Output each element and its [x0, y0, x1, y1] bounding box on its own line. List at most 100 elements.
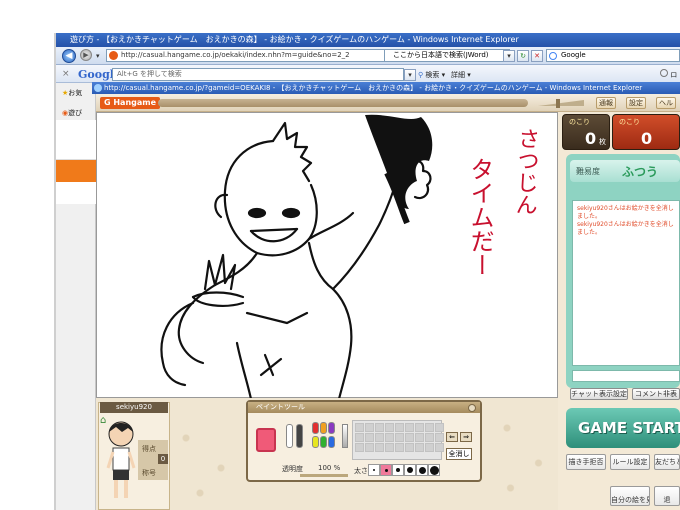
pen-red[interactable]	[312, 422, 319, 434]
favorites-label: お気	[68, 89, 83, 97]
hangame-logo: G Hangame	[100, 97, 161, 109]
custom-palette[interactable]	[352, 420, 444, 460]
back-icon[interactable]: ◀	[62, 49, 76, 63]
pen-purple[interactable]	[328, 422, 335, 434]
comment-hide-label: コメント非表	[635, 390, 677, 398]
pen-yellow[interactable]	[312, 436, 319, 448]
google-icon	[549, 52, 557, 60]
player-stats: 得点 0 称号	[138, 440, 168, 480]
view-my-drawing-label: 自分の絵を見る	[611, 496, 649, 504]
stat-label-score: 得点	[142, 445, 156, 453]
chat-message: sekiyu920さんはお絵かきを全消しました。	[577, 205, 674, 220]
pen-white[interactable]	[286, 424, 293, 448]
desktop-margin	[0, 0, 56, 510]
settings-button[interactable]: 設定	[626, 97, 646, 109]
size-button-4[interactable]	[404, 464, 416, 476]
forward-icon[interactable]: ▶	[80, 49, 92, 61]
game-start-button[interactable]: GAME START	[566, 408, 680, 448]
screen: 遊び方 - 【おえかきチャットゲーム おえかきの森】 - お絵かき・クイズゲーム…	[0, 0, 680, 510]
magnifier-icon: ⚲	[418, 71, 424, 79]
volume-icon	[538, 99, 584, 108]
redo-arrow-icon[interactable]: ⇒	[460, 432, 472, 442]
opacity-label: 透明度	[282, 465, 303, 473]
toolbar-search-button[interactable]: ⚲ 検索 ▾	[418, 69, 445, 81]
pen-gray[interactable]	[296, 424, 303, 448]
size-button-5[interactable]	[416, 464, 428, 476]
paint-tool-close-icon[interactable]	[468, 404, 476, 412]
pen-orange[interactable]	[320, 422, 327, 434]
google-search-input[interactable]: Google	[546, 49, 680, 62]
opacity-value: 100 %	[318, 464, 341, 472]
toolbar-details-button[interactable]: 詳細 ▾	[451, 69, 471, 81]
difficulty-value: ふつう	[622, 165, 659, 179]
sidebar-orange-banner	[56, 160, 96, 182]
opacity-slider[interactable]	[300, 474, 348, 477]
toolbar-search-input[interactable]: Alt+G を押して検索	[112, 68, 404, 81]
history-dropdown-icon[interactable]: ▾	[96, 52, 104, 60]
rule-settings-label: ルール設定	[612, 458, 648, 466]
game-start-label: GAME START	[578, 419, 680, 437]
decorative-pattern	[172, 408, 242, 508]
size-button-1[interactable]	[368, 464, 380, 476]
stop-icon[interactable]: ✕	[531, 50, 543, 62]
pen-green[interactable]	[320, 436, 327, 448]
chat-message: sekiyu920さんはお絵かきを全消しました。	[577, 221, 674, 236]
settings-label: 設定	[629, 99, 643, 107]
clear-all-label: 全消し	[448, 450, 470, 458]
comment-hide-button[interactable]: コメント非表	[632, 388, 680, 400]
chat-display-settings-button[interactable]: チャット表示設定	[570, 388, 628, 400]
counter-left-label: のこり	[569, 118, 590, 126]
hangame-logo-text: Hangame	[113, 98, 157, 107]
chat-display-label: チャット表示設定	[571, 390, 627, 398]
view-my-drawing-button[interactable]: 自分の絵を見る	[610, 486, 650, 506]
refuse-drawer-button[interactable]: 描き手拒否	[566, 454, 606, 470]
size-label: 太さ	[354, 467, 368, 475]
undo-arrow-icon[interactable]: ⇐	[446, 432, 458, 442]
toolbar-dropdown-icon[interactable]: ▾	[404, 69, 416, 81]
size-button-2[interactable]	[380, 464, 392, 476]
exit-label: 退	[663, 496, 671, 504]
report-button[interactable]: 通報	[596, 97, 616, 109]
paint-tool-header: ペイントツール	[248, 402, 480, 413]
player-name: sekiyu920	[100, 402, 168, 413]
size-button-6[interactable]	[428, 464, 440, 476]
close-toolbar-icon[interactable]: ×	[62, 69, 72, 79]
gear-icon	[660, 69, 668, 77]
remaining-counter-left: のこり 0 枚	[562, 114, 610, 150]
drawing-canvas[interactable]: さつじん タイムだー	[96, 112, 558, 399]
difficulty-box: 難易度 ふつう	[570, 160, 680, 182]
toolbar-search-label: 検索	[425, 71, 440, 79]
favorites-item[interactable]: ★お気	[62, 88, 82, 98]
chat-input[interactable]	[572, 370, 680, 382]
paint-bucket-tool[interactable]	[256, 428, 276, 452]
volume-slider[interactable]	[536, 98, 588, 108]
chat-log[interactable]: sekiyu920さんはお絵かきを全消しました。 sekiyu920さんはお絵か…	[572, 200, 680, 366]
site-favicon-icon	[109, 51, 118, 60]
exit-button[interactable]: 退	[654, 486, 680, 506]
canvas-text-1: さつじん	[511, 126, 540, 216]
counter-left-unit: 枚	[599, 138, 606, 146]
refresh-icon[interactable]: ↻	[517, 50, 529, 62]
favorites-item-2[interactable]: ◉遊び	[62, 108, 82, 118]
sidebar-panel-2	[56, 182, 96, 204]
address-input[interactable]: http://casual.hangame.co.jp/oekaki/index…	[106, 49, 410, 62]
counter-right-label: のこり	[619, 118, 640, 126]
remaining-counter-right: のこり 0	[612, 114, 680, 150]
help-button[interactable]: ヘル	[656, 97, 676, 109]
friends-label: 友だちと	[655, 458, 679, 466]
decorative-pattern-2	[486, 408, 556, 508]
pen-blue[interactable]	[328, 436, 335, 448]
counter-right-value: 0	[641, 129, 653, 148]
color-shade-strip[interactable]	[342, 424, 348, 448]
browser-title-bar: 遊び方 - 【おえかきチャットゲーム おえかきの森】 - お絵かき・クイズゲーム…	[56, 33, 680, 47]
sidebar-panel	[56, 120, 96, 160]
jword-dropdown-icon[interactable]: ▾	[503, 50, 515, 62]
size-button-3[interactable]	[392, 464, 404, 476]
canvas-text-2: タイムだー	[466, 157, 494, 277]
ie-window-icon	[94, 84, 102, 92]
friends-button[interactable]: 友だちと	[654, 454, 680, 470]
rule-settings-button[interactable]: ルール設定	[610, 454, 650, 470]
clear-all-button[interactable]: 全消し	[446, 448, 472, 460]
jword-search-box[interactable]: ここから日本語で検索(JWord)	[384, 49, 510, 62]
game-window-title: http://casual.hangame.co.jp/?gameid=OEKA…	[92, 82, 680, 94]
